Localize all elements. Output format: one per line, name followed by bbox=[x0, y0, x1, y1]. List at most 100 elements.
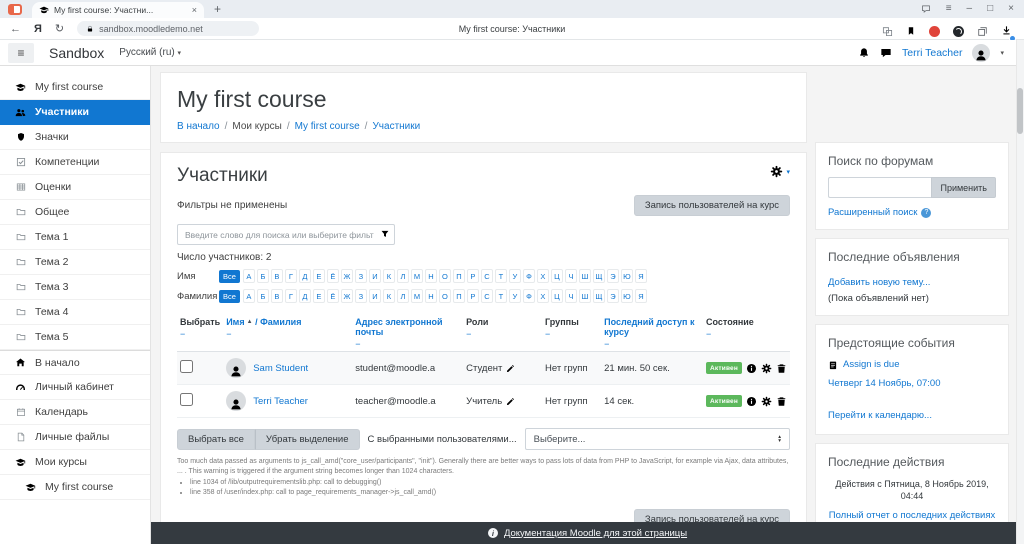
actions-menu[interactable]: ▾ bbox=[770, 165, 790, 178]
letter-link[interactable]: Н bbox=[425, 269, 437, 283]
sidebar-item-private-files[interactable]: Личные файлы bbox=[0, 425, 150, 450]
user-menu-name[interactable]: Terri Teacher bbox=[902, 47, 963, 59]
user-profile-link[interactable]: Sam Student bbox=[253, 363, 308, 374]
add-topic-link[interactable]: Добавить новую тему... bbox=[828, 277, 930, 288]
letter-link[interactable]: Н bbox=[425, 289, 437, 303]
nav-drawer-toggle[interactable]: ≡ bbox=[8, 43, 34, 63]
letter-link[interactable]: П bbox=[453, 289, 465, 303]
letter-link[interactable]: Ф bbox=[523, 289, 535, 303]
language-menu[interactable]: Русский (ru) ▾ bbox=[119, 47, 181, 58]
letter-link[interactable]: Ш bbox=[579, 289, 591, 303]
scrollbar-track[interactable] bbox=[1016, 40, 1024, 544]
sidebar-item-topic-1[interactable]: Тема 1 bbox=[0, 225, 150, 250]
letter-link[interactable]: К bbox=[383, 289, 395, 303]
adblock-icon[interactable] bbox=[929, 26, 940, 37]
unenrol-trash-icon[interactable] bbox=[776, 396, 787, 407]
letter-link[interactable]: У bbox=[509, 269, 521, 283]
sidebar-item-topic-4[interactable]: Тема 4 bbox=[0, 300, 150, 325]
status-info-icon[interactable] bbox=[746, 396, 757, 407]
letter-link[interactable]: Щ bbox=[593, 289, 605, 303]
advanced-search-link[interactable]: Расширенный поиск bbox=[828, 207, 917, 218]
status-info-icon[interactable] bbox=[746, 363, 757, 374]
help-icon[interactable]: ? bbox=[921, 208, 931, 218]
row-select-checkbox[interactable] bbox=[180, 393, 193, 406]
letter-link[interactable]: И bbox=[369, 269, 381, 283]
letter-link[interactable]: Э bbox=[607, 289, 619, 303]
letter-link[interactable]: Х bbox=[537, 269, 549, 283]
messages-icon[interactable] bbox=[880, 47, 892, 59]
letter-link[interactable]: Х bbox=[537, 289, 549, 303]
go-to-calendar-link[interactable]: Перейти к календарю... bbox=[828, 410, 932, 421]
breadcrumb-participants[interactable]: Участники bbox=[372, 121, 420, 132]
protect-icon[interactable] bbox=[953, 26, 964, 37]
sidebar-item-topic-5[interactable]: Тема 5 bbox=[0, 325, 150, 350]
address-bar[interactable]: sandbox.moodledemo.net bbox=[77, 21, 259, 36]
bookmark-icon[interactable] bbox=[906, 26, 916, 36]
letter-link[interactable]: Е bbox=[313, 269, 325, 283]
col-surname-sort[interactable]: / Фамилия bbox=[255, 317, 301, 327]
scrollbar-thumb[interactable] bbox=[1017, 88, 1023, 134]
collapse-column-toggle[interactable]: − bbox=[226, 329, 349, 339]
select-all-button[interactable]: Выбрать все bbox=[177, 429, 255, 450]
breadcrumb-home[interactable]: В начало bbox=[177, 121, 220, 132]
letter-link[interactable]: Щ bbox=[593, 269, 605, 283]
letter-link[interactable]: Т bbox=[495, 289, 507, 303]
user-menu-caret-icon[interactable]: ▾ bbox=[1000, 49, 1004, 57]
letter-link[interactable]: Ц bbox=[551, 269, 563, 283]
letter-link[interactable]: В bbox=[271, 289, 283, 303]
letter-link[interactable]: Я bbox=[635, 289, 647, 303]
breadcrumb-course[interactable]: My first course bbox=[295, 121, 360, 132]
filter-funnel-icon[interactable] bbox=[380, 229, 390, 239]
sidebar-item-badges[interactable]: Значки bbox=[0, 125, 150, 150]
unenrol-trash-icon[interactable] bbox=[776, 363, 787, 374]
edit-role-pencil-icon[interactable] bbox=[506, 397, 515, 406]
feedback-icon[interactable] bbox=[921, 4, 931, 14]
letter-link[interactable]: О bbox=[439, 269, 451, 283]
surname-filter-all[interactable]: Все bbox=[219, 290, 240, 303]
letter-link[interactable]: Т bbox=[495, 269, 507, 283]
letter-link[interactable]: Г bbox=[285, 289, 297, 303]
name-filter-all[interactable]: Все bbox=[219, 270, 240, 283]
collections-icon[interactable] bbox=[977, 26, 988, 37]
letter-link[interactable]: Ю bbox=[621, 269, 633, 283]
letter-link[interactable]: В bbox=[271, 269, 283, 283]
moodle-docs-link[interactable]: Документация Moodle для этой страницы bbox=[504, 528, 687, 539]
notifications-bell-icon[interactable] bbox=[858, 47, 870, 59]
sidebar-item-my-courses[interactable]: Мои курсы bbox=[0, 450, 150, 475]
row-select-checkbox[interactable] bbox=[180, 360, 193, 373]
collapse-column-toggle[interactable]: − bbox=[545, 329, 598, 339]
avatar[interactable] bbox=[972, 44, 990, 62]
letter-link[interactable]: Ц bbox=[551, 289, 563, 303]
browser-tab[interactable]: My first course: Участни... × bbox=[32, 2, 204, 18]
collapse-column-toggle[interactable]: − bbox=[604, 339, 700, 349]
letter-link[interactable]: Ж bbox=[341, 269, 353, 283]
letter-link[interactable]: Л bbox=[397, 289, 409, 303]
letter-link[interactable]: Л bbox=[397, 269, 409, 283]
yandex-icon[interactable]: Я bbox=[34, 23, 42, 35]
user-profile-link[interactable]: Terri Teacher bbox=[253, 396, 308, 407]
sidebar-item-calendar[interactable]: Календарь bbox=[0, 400, 150, 425]
collapse-column-toggle[interactable]: − bbox=[706, 329, 787, 339]
letter-link[interactable]: Э bbox=[607, 269, 619, 283]
window-close-icon[interactable]: × bbox=[1008, 3, 1014, 14]
forum-search-apply-button[interactable]: Применить bbox=[931, 177, 996, 198]
letter-link[interactable]: Р bbox=[467, 289, 479, 303]
letter-link[interactable]: Г bbox=[285, 269, 297, 283]
letter-link[interactable]: Ё bbox=[327, 269, 339, 283]
letter-link[interactable]: Я bbox=[635, 269, 647, 283]
sidebar-item-participants[interactable]: Участники bbox=[0, 100, 150, 125]
reload-icon[interactable]: ↻ bbox=[55, 22, 64, 35]
letter-link[interactable]: С bbox=[481, 269, 493, 283]
sidebar-item-general[interactable]: Общее bbox=[0, 200, 150, 225]
letter-link[interactable]: Ж bbox=[341, 289, 353, 303]
sidebar-item-course-home[interactable]: My first course bbox=[0, 75, 150, 100]
bulk-action-select[interactable]: Выберите... ▴▾ bbox=[525, 428, 790, 450]
letter-link[interactable]: А bbox=[243, 269, 255, 283]
full-report-link[interactable]: Полный отчет о последних действиях bbox=[829, 510, 996, 521]
letter-link[interactable]: С bbox=[481, 289, 493, 303]
tab-close-icon[interactable]: × bbox=[192, 5, 197, 15]
browser-menu-icon[interactable]: ≡ bbox=[946, 3, 952, 14]
sidebar-item-my-first-course[interactable]: My first course bbox=[0, 475, 150, 500]
translate-icon[interactable] bbox=[882, 26, 893, 37]
sidebar-item-grades[interactable]: Оценки bbox=[0, 175, 150, 200]
